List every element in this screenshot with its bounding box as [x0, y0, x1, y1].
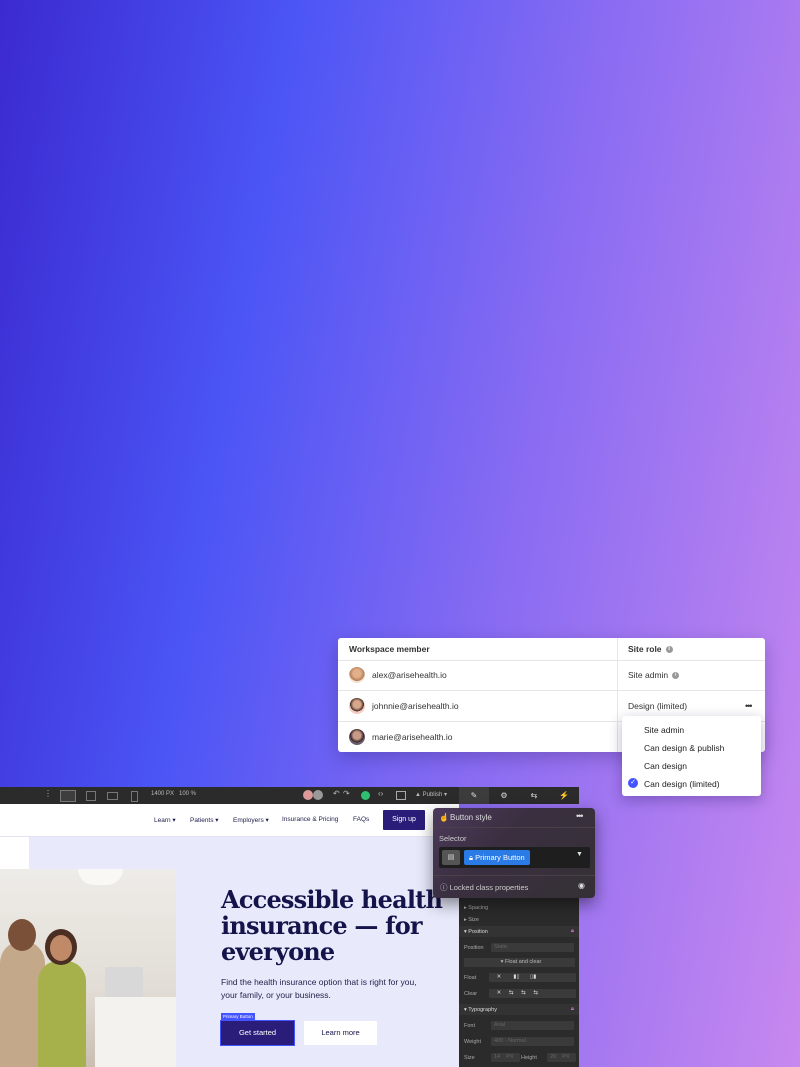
float-options[interactable]: ✕ ▮▯ ▯▮: [489, 973, 576, 982]
class-tag[interactable]: 🔒︎ Primary Button: [464, 850, 530, 865]
popup-title: Button style: [450, 813, 492, 822]
size-label: Size: [464, 1055, 475, 1061]
role-option-site-admin[interactable]: Site admin: [644, 725, 684, 735]
checkmark-icon: ✓: [628, 778, 638, 788]
table-header: Workspace member Site role i: [338, 638, 765, 661]
hand-pointer-icon: ☝: [439, 813, 449, 822]
lock-icon: 🔒︎: [571, 1006, 574, 1012]
nav-insurance-pricing[interactable]: Insurance & Pricing: [282, 816, 338, 823]
selected-element-tag: Primary Button: [221, 1013, 255, 1020]
info-icon: ⓘ: [440, 883, 448, 892]
float-clear-toggle[interactable]: ▾ Float and clear: [464, 958, 575, 967]
more-options-icon[interactable]: •••: [745, 701, 753, 711]
float-label: Float: [464, 975, 477, 981]
nav-employers[interactable]: Employers ▾: [233, 816, 269, 824]
role-option-can-design-publish[interactable]: Can design & publish: [644, 743, 724, 753]
position-label: Position: [464, 945, 484, 951]
avatar: [349, 667, 365, 683]
canvas-zoom: 100 %: [179, 791, 197, 797]
member-role: Design (limited): [628, 701, 688, 711]
learn-more-button[interactable]: Learn more: [304, 1021, 377, 1045]
locked-properties: ⓘ Locked class properties: [440, 883, 529, 892]
section-spacing[interactable]: ▸ Spacing: [464, 905, 488, 911]
more-options-icon[interactable]: •••: [576, 811, 584, 821]
member-email: marie@arisehealth.io: [372, 732, 453, 742]
export-icon[interactable]: [396, 791, 406, 800]
role-option-label: Can design (limited): [644, 779, 720, 789]
selector-field[interactable]: ▤ 🔒︎ Primary Button ▼: [439, 847, 590, 868]
avatar: [349, 698, 365, 714]
panel-tabs: ✎ ⚙ ⇆ ⚡: [459, 787, 579, 804]
nav-patients[interactable]: Patients ▾: [190, 816, 219, 824]
member-column-header: Workspace member: [349, 644, 430, 654]
mobile-landscape-icon[interactable]: [107, 792, 118, 800]
clear-label: Clear: [464, 991, 478, 997]
tablet-breakpoint-icon[interactable]: [86, 791, 96, 801]
font-label: Font: [464, 1023, 476, 1029]
position-select[interactable]: Static: [491, 943, 574, 952]
info-icon[interactable]: i: [672, 672, 680, 680]
section-size[interactable]: ▸ Size: [464, 917, 479, 923]
member-email: johnnie@arisehealth.io: [372, 701, 459, 711]
info-icon[interactable]: i: [665, 646, 673, 654]
redo-icon[interactable]: ↷: [343, 789, 350, 798]
avatar: [303, 790, 313, 800]
undo-icon[interactable]: ↶: [333, 789, 340, 798]
canvas-width: 1400 PX: [151, 791, 175, 797]
class-icon[interactable]: ▤: [442, 850, 460, 865]
style-panel: ▸ Spacing ▸ Size ▾ Position 🔒︎ Position …: [459, 895, 579, 1067]
menu-dots-icon[interactable]: ⋮: [44, 789, 52, 798]
get-started-button[interactable]: Get started: [220, 1020, 295, 1046]
role-option-can-design-limited[interactable]: ✓ Can design (limited): [622, 778, 761, 791]
hero-photo: [0, 869, 176, 1067]
member-email: alex@arisehealth.io: [372, 670, 447, 680]
interactions-icon[interactable]: ⇆: [519, 787, 549, 804]
member-role: Site admin i: [628, 670, 680, 680]
nav-faqs[interactable]: FAQs: [353, 816, 369, 823]
signup-button[interactable]: Sign up: [383, 810, 425, 830]
status-check-icon: [361, 791, 370, 800]
nav-learn[interactable]: Learn ▾: [154, 816, 176, 824]
font-size-input[interactable]: 14 PX: [491, 1053, 520, 1062]
selector-label: Selector: [439, 834, 467, 843]
publish-button[interactable]: ▲ Publish ▾: [415, 791, 447, 798]
line-height-input[interactable]: 20 PX: [547, 1053, 576, 1062]
code-icon[interactable]: ‹›: [378, 789, 383, 798]
lock-icon: 🔒︎: [571, 928, 574, 934]
clear-options[interactable]: ✕ ⇆ ⇆ ⇆: [489, 989, 576, 998]
button-style-popup: ☝ Button style ••• Selector ▤ 🔒︎ Primary…: [433, 808, 595, 898]
hero-subtitle: Find the health insurance option that is…: [221, 977, 417, 1000]
section-typography[interactable]: ▾ Typography: [464, 1007, 497, 1013]
site-navbar: Learn ▾ Patients ▾ Employers ▾ Insurance…: [0, 804, 459, 837]
mobile-portrait-icon[interactable]: [131, 791, 138, 802]
table-row[interactable]: alex@arisehealth.io Site admin i: [338, 660, 765, 691]
height-label: Height: [521, 1055, 537, 1061]
website-canvas: Learn ▾ Patients ▾ Employers ▾ Insurance…: [0, 804, 459, 1067]
lightning-icon[interactable]: ⚡: [549, 787, 579, 804]
hero-title: Accessible health insurance — for everyo…: [221, 885, 443, 966]
role-column-header: Site role i: [628, 644, 673, 654]
style-brush-icon[interactable]: ✎: [459, 787, 489, 804]
avatar: [313, 790, 323, 800]
avatar: [349, 729, 365, 745]
weight-select[interactable]: 400 - Normal: [491, 1037, 574, 1046]
role-dropdown: Site admin Can design & publish Can desi…: [622, 716, 761, 796]
role-option-can-design[interactable]: Can design: [644, 761, 687, 771]
font-select[interactable]: Arial: [491, 1021, 574, 1030]
eye-icon[interactable]: ◉: [578, 881, 585, 890]
desktop-breakpoint-icon[interactable]: [60, 790, 76, 802]
chevron-down-icon[interactable]: ▼: [576, 851, 583, 858]
section-position[interactable]: ▾ Position: [464, 929, 488, 935]
weight-label: Weight: [464, 1039, 482, 1045]
gear-icon[interactable]: ⚙: [489, 787, 519, 804]
